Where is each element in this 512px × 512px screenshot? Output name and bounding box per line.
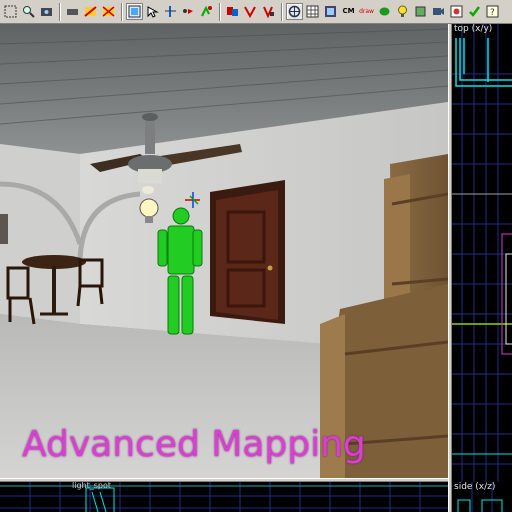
- toolbar-separator: [281, 2, 283, 21]
- hide-icon[interactable]: [260, 3, 277, 20]
- side-2d-viewport[interactable]: side (x/z): [452, 482, 512, 512]
- draw-toggle-icon[interactable]: draw: [358, 3, 375, 20]
- lightbulb-icon[interactable]: [394, 3, 411, 20]
- toolbar-separator: [59, 2, 61, 21]
- top-view-label: top (x/y): [454, 24, 493, 34]
- texture-lock-icon[interactable]: [322, 3, 339, 20]
- magnify-tool-icon[interactable]: [20, 3, 37, 20]
- svg-text:?: ?: [490, 8, 495, 18]
- side-view-label: side (x/z): [454, 482, 496, 492]
- group-icon[interactable]: [224, 3, 241, 20]
- snap-grid-icon[interactable]: [304, 3, 321, 20]
- front-2d-viewport[interactable]: light_spot: [0, 482, 448, 512]
- selection-tool-icon[interactable]: [2, 3, 19, 20]
- camera-view-icon[interactable]: [430, 3, 447, 20]
- help-icon[interactable]: ?: [484, 3, 501, 20]
- leaf-icon[interactable]: [376, 3, 393, 20]
- entity-tool-icon[interactable]: [64, 3, 81, 20]
- block-tool-icon[interactable]: [82, 3, 99, 20]
- camera-tool-icon[interactable]: [38, 3, 55, 20]
- clipping-tool-icon[interactable]: [162, 3, 179, 20]
- camera-3d-viewport[interactable]: Advanced Mapping: [0, 24, 448, 478]
- draw-label: draw: [359, 7, 374, 15]
- advanced-mapping-watermark: Advanced Mapping: [22, 424, 366, 465]
- apply-texture-icon[interactable]: [126, 3, 143, 20]
- grid-icon[interactable]: [286, 3, 303, 20]
- vertex-tool-icon[interactable]: [180, 3, 197, 20]
- decal-tool-icon[interactable]: [144, 3, 161, 20]
- check-icon[interactable]: [466, 3, 483, 20]
- main-toolbar: CM draw ?: [0, 0, 512, 24]
- ungroup-icon[interactable]: [242, 3, 259, 20]
- run-map-icon[interactable]: [448, 3, 465, 20]
- toolbar-separator: [121, 2, 123, 21]
- texture-tool-icon[interactable]: [100, 3, 117, 20]
- cordon-label: CM: [342, 7, 355, 15]
- model-icon[interactable]: [412, 3, 429, 20]
- path-tool-icon[interactable]: [198, 3, 215, 20]
- light-spot-label: light_spot: [72, 482, 112, 490]
- cordon-icon[interactable]: CM: [340, 3, 357, 20]
- door: [210, 180, 285, 324]
- toolbar-separator: [219, 2, 221, 21]
- top-2d-viewport[interactable]: top (x/y): [452, 24, 512, 482]
